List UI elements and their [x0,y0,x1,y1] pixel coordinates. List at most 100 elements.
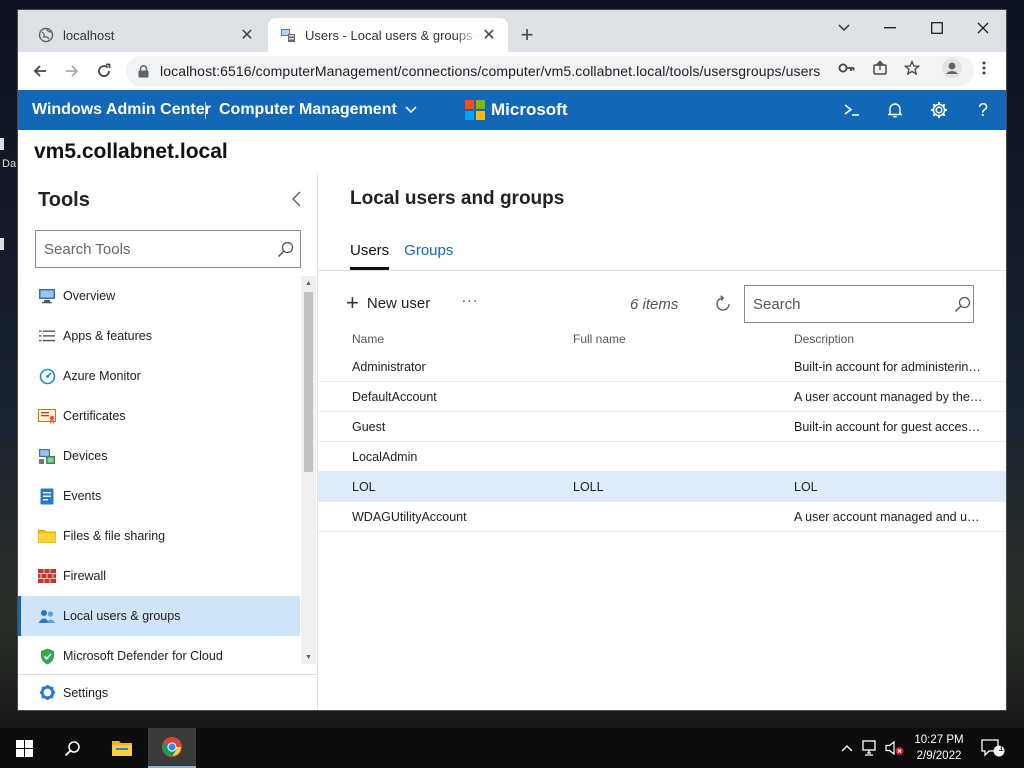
tools-title: Tools [38,189,90,211]
tool-label: Overview [63,289,116,303]
computer-management-icon [280,27,296,43]
microsoft-logo-icon [465,100,485,120]
notification-count: 1 [998,743,1004,754]
folder-icon [38,527,56,545]
users-search-input[interactable] [753,295,952,313]
table-header: Name Full name Description [318,326,1006,352]
tool-item-devices[interactable]: Devices [18,436,300,476]
maximize-icon[interactable] [915,14,959,42]
users-groups-tabs: Users Groups [350,242,468,270]
devices-icon [38,447,56,465]
gear-icon[interactable] [925,98,953,122]
clock-date: 2/9/2022 [916,750,962,762]
file-explorer-icon[interactable] [98,728,146,768]
scroll-down-arrow-icon[interactable]: ▼ [301,650,316,664]
product-title[interactable]: Windows Admin Center [32,101,211,119]
column-header-full-name[interactable]: Full name [539,332,760,346]
tool-label: Devices [63,449,108,463]
tool-item-firewall[interactable]: Firewall [18,556,300,596]
cell-name: Administrator [352,359,426,374]
certificate-icon [38,407,56,425]
action-center-icon[interactable]: 1 [980,738,1006,758]
column-header-name[interactable]: Name [318,332,539,346]
tool-label: Certificates [63,409,126,423]
desktop-fragment [0,138,4,150]
tab-title: Users - Local users & groups - Computer … [305,27,480,43]
help-icon[interactable]: ? [969,98,997,122]
browser-tab-localhost[interactable]: localhost ✕ [26,18,266,52]
browser-tab-users[interactable]: Users - Local users & groups - Computer … [268,18,508,52]
tools-search-box [35,230,301,268]
cell-description: LOL [794,479,818,494]
volume-muted-icon[interactable] [884,738,906,758]
collapse-chevron-icon[interactable] [286,188,306,210]
lock-icon[interactable] [136,64,150,78]
tools-scrollbar[interactable]: ▲ ▼ [301,276,316,664]
solution-label: Computer Management [219,101,397,118]
tool-item-azure-monitor[interactable]: Azure Monitor [18,356,300,396]
globe-icon [38,27,54,43]
tools-search-input[interactable] [44,240,270,258]
tool-item-files[interactable]: Files & file sharing [18,516,300,556]
minimize-icon[interactable] [868,14,912,42]
cell-description: A user account managed by the system. [794,389,1006,404]
search-icon[interactable] [270,241,300,258]
tool-item-local-users-groups[interactable]: Local users & groups [18,596,300,636]
powershell-icon[interactable] [838,98,866,122]
table-row[interactable]: Administrator Built-in account for admin… [318,352,1006,382]
back-arrow-icon[interactable] [26,57,54,85]
profile-avatar-icon[interactable] [940,58,964,78]
new-user-button[interactable]: + New user [346,292,430,314]
chrome-icon[interactable] [148,728,196,768]
tab-groups[interactable]: Groups [404,242,453,270]
tool-item-overview[interactable]: Overview [18,276,300,316]
tool-label: Azure Monitor [63,369,141,383]
search-icon[interactable] [952,296,973,313]
table-row[interactable]: LocalAdmin [318,442,1006,472]
users-search-box [744,285,974,323]
windows-start-icon[interactable] [0,728,48,768]
scroll-up-arrow-icon[interactable]: ▲ [301,276,316,290]
new-tab-icon[interactable]: + [516,22,538,47]
bookmark-star-icon[interactable] [900,58,924,78]
tabs-divider [318,270,1006,271]
table-row[interactable]: DefaultAccount A user account managed by… [318,382,1006,412]
chevron-down-icon [405,106,417,114]
notification-bell-icon[interactable] [881,98,909,122]
forward-arrow-icon[interactable] [58,57,86,85]
table-row[interactable]: Guest Built-in account for guest access … [318,412,1006,442]
tool-item-certificates[interactable]: Certificates [18,396,300,436]
tool-label: Firewall [63,569,107,583]
tab-users[interactable]: Users [350,242,390,270]
tool-item-events[interactable]: Events [18,476,300,516]
table-row[interactable]: WDAGUtilityAccount A user account manage… [318,502,1006,532]
share-icon[interactable] [868,58,892,78]
browser-menu-icon[interactable] [972,58,996,78]
tools-list: Overview Apps & features Azure Monitor C… [18,276,300,676]
taskbar-search-icon[interactable] [48,728,96,768]
cell-name: LocalAdmin [352,449,418,464]
tool-item-defender[interactable]: Microsoft Defender for Cloud [18,636,300,676]
more-actions-button[interactable]: ··· [458,292,482,312]
reload-icon[interactable] [90,57,118,85]
tool-item-apps-features[interactable]: Apps & features [18,316,300,356]
new-user-label: New user [366,294,431,312]
system-clock[interactable]: 10:27 PM 2/9/2022 [906,732,972,764]
close-tab-icon[interactable]: ✕ [480,26,498,44]
tab-search-chevron-icon[interactable] [822,14,866,42]
column-header-description[interactable]: Description [760,332,1006,346]
network-icon[interactable] [860,738,882,758]
scrollbar-thumb[interactable] [304,292,313,472]
close-window-icon[interactable] [961,14,1005,42]
key-icon[interactable] [835,58,859,78]
tool-item-settings[interactable]: Settings [18,674,318,710]
tray-chevron-up-icon[interactable] [836,738,858,758]
close-tab-icon[interactable]: ✕ [238,26,256,44]
settings-label: Settings [63,685,109,700]
cell-full-name: LOLL [573,479,604,494]
overview-icon [38,287,56,305]
refresh-icon[interactable] [712,293,734,315]
solution-dropdown[interactable]: Computer Management [219,101,417,119]
cell-description: Built-in account for guest access to the… [794,419,1006,434]
table-row-selected[interactable]: LOL LOLL LOL [318,472,1006,502]
